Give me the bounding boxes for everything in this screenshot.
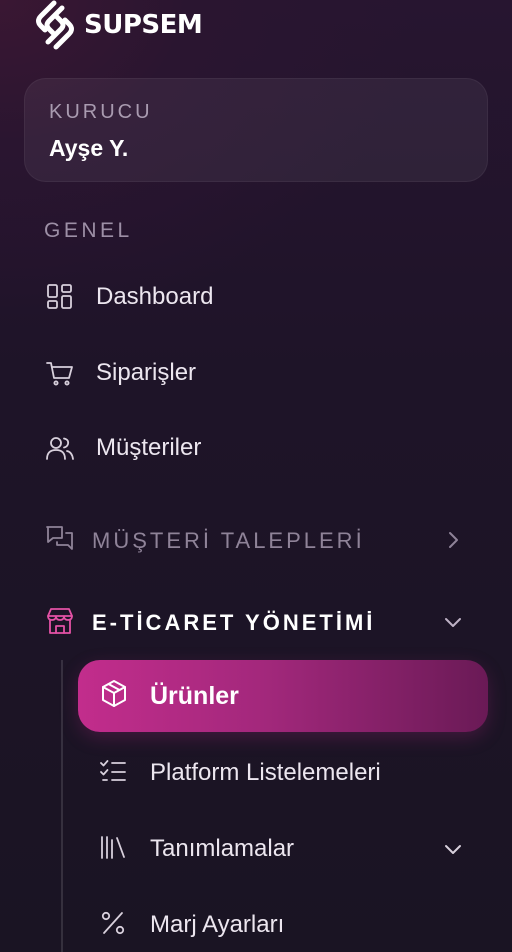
package-icon [98,678,130,715]
nav-item-customers[interactable]: Müşteriler [44,426,201,470]
library-icon [98,832,128,867]
messages-icon [44,523,76,560]
nav-group-label: MÜŞTERİ TALEPLERİ [92,528,365,553]
nav-item-products[interactable]: Ürünler [78,660,488,732]
nav-item-margin-settings[interactable]: Marj Ayarları [98,903,478,947]
store-icon [44,605,76,642]
layout-grid-icon [44,281,76,313]
brand-logo[interactable]: SUPSEM [32,0,203,50]
nav-item-label: Marj Ayarları [150,911,285,938]
nav-group-label: E-TİCARET YÖNETİMİ [92,610,376,635]
nav-item-label: Siparişler [96,359,197,386]
nav-item-platform-listings[interactable]: Platform Listelemeleri [98,751,478,795]
submenu-tree-line [61,660,63,952]
nav-item-label: Tanımlamalar [150,835,295,862]
nav-item-orders[interactable]: Siparişler [44,351,196,395]
nav-item-label: Müşteriler [96,434,202,461]
nav-item-label: Platform Listelemeleri [150,759,381,786]
chevron-down-icon [442,611,464,633]
chevron-down-icon [442,838,464,865]
users-icon [44,432,76,464]
nav-item-definitions[interactable]: Tanımlamalar [98,827,478,871]
nav-item-dashboard[interactable]: Dashboard [44,275,213,319]
brand-name: SUPSEM [84,10,203,40]
percent-icon [98,908,128,943]
list-checks-icon [98,756,128,791]
nav-group-ecommerce[interactable]: E-TİCARET YÖNETİMİ [44,601,472,645]
nav-group-customer-requests[interactable]: MÜŞTERİ TALEPLERİ [44,519,472,563]
nav-item-label: Ürünler [150,681,239,710]
user-card[interactable]: KURUCU Ayşe Y. [24,78,488,182]
supsem-logo-icon [36,0,74,50]
user-name: Ayşe Y. [49,135,129,161]
chevron-right-icon [442,529,464,551]
section-label-general: GENEL [44,219,133,242]
nav-item-label: Dashboard [96,283,214,310]
user-role: KURUCU [49,101,153,123]
shopping-cart-icon [44,357,76,389]
